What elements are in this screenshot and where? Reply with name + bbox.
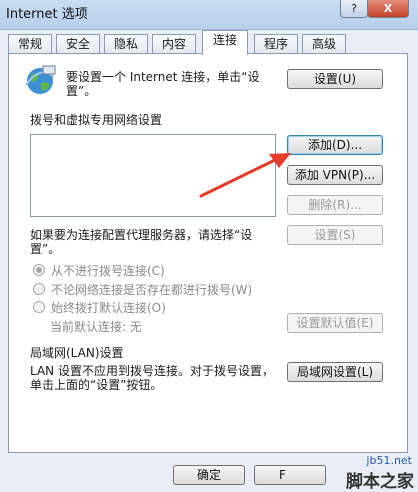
close-button[interactable]: X: [367, 0, 409, 18]
lan-heading: 局域网(LAN)设置: [30, 346, 124, 360]
radio-indicator[interactable]: [33, 264, 45, 276]
site-watermark: jb51.net 脚本之家: [330, 452, 418, 492]
tab-advanced[interactable]: 高级: [302, 34, 346, 54]
tab-content[interactable]: 内容: [152, 34, 196, 54]
divider: [170, 119, 383, 120]
radio-label: 从不进行拨号连接(C): [51, 264, 165, 278]
current-default-connection: 当前默认连接: 无: [50, 320, 142, 334]
watermark-name: 脚本之家: [346, 472, 414, 492]
watermark-url: jb51.net: [366, 454, 412, 467]
add-vpn-button[interactable]: 添加 VPN(P)...: [287, 165, 383, 185]
tab-general[interactable]: 常规: [8, 34, 52, 54]
title-bar: Internet 选项 ? X: [0, 0, 418, 30]
tab-connections[interactable]: 连接: [202, 30, 248, 55]
proxy-description: 如果要为连接配置代理服务器，请选择“设置”。: [30, 228, 253, 256]
red-arrow-annotation: [199, 153, 291, 198]
setup-button[interactable]: 设置(U): [287, 69, 383, 89]
lan-description: LAN 设置不应用到拨号连接。对于拨号设置，单击上面的“设置”按钮。: [30, 364, 274, 392]
radio-indicator[interactable]: [33, 301, 45, 313]
divider: [128, 352, 383, 353]
window-title: Internet 选项: [6, 7, 88, 22]
tab-security[interactable]: 安全: [56, 34, 100, 54]
internet-globe-icon: [25, 65, 56, 94]
tab-programs[interactable]: 程序: [254, 34, 298, 54]
radio-label: 始终拨打默认连接(O): [51, 301, 166, 315]
add-button[interactable]: 添加(D)...: [287, 135, 383, 155]
setup-description: 要设置一个 Internet 连接，单击“设置”。: [66, 70, 260, 98]
dialup-heading: 拨号和虚拟专用网络设置: [30, 113, 163, 127]
lan-settings-button[interactable]: 局域网设置(L): [287, 362, 383, 382]
radio-label: 不论网络连接是否存在都进行拨号(W): [51, 283, 253, 297]
ok-button[interactable]: 确定: [173, 465, 245, 485]
cancel-button[interactable]: F: [254, 465, 326, 485]
set-default-button[interactable]: 设置默认值(E): [287, 313, 383, 333]
help-button[interactable]: ?: [340, 0, 368, 18]
settings-button[interactable]: 设置(S): [287, 225, 383, 245]
radio-indicator[interactable]: [33, 283, 45, 295]
tab-privacy[interactable]: 隐私: [104, 34, 148, 54]
remove-button[interactable]: 删除(R)...: [287, 195, 383, 215]
